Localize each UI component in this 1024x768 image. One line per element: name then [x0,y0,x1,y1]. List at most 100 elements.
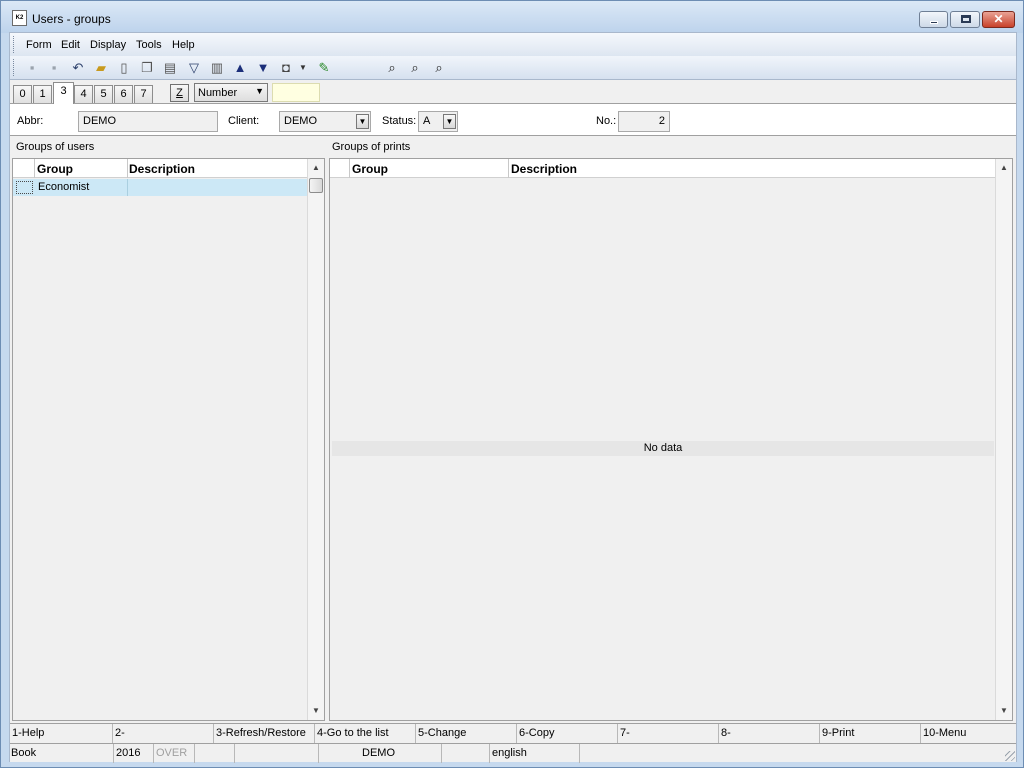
main-window: K2 Users - groups ✕ Form Edit Display To… [0,0,1024,768]
menu-form[interactable]: Form [26,39,52,51]
fkey-4[interactable]: 4-Go to the list [315,724,416,743]
maximize-icon [961,15,971,23]
page-tabs: 0 1 3 4 5 6 7 Z Number ▼ [10,81,1016,104]
status-bar: Book 2016 OVER DEMO english [10,743,1016,763]
status-book: Book [10,744,114,763]
tab-0[interactable]: 0 [13,85,32,103]
arrow-down-icon[interactable]: ▼ [255,60,271,76]
resize-grip-icon[interactable] [1005,751,1015,761]
chevron-down-icon[interactable]: ▼ [443,114,456,129]
toolbar: ▪ ▪ ↶ ▰ ▯ ❐ ▤ ▽ ▥ ▲ ▼ ◘ ▼ ✎ ⌕ ⌕ ⌕ [10,56,1016,80]
app-icon: K2 [12,10,27,26]
scroll-up-icon[interactable]: ▲ [308,160,324,176]
scroll-down-icon[interactable]: ▼ [308,703,324,719]
menu-bar: Form Edit Display Tools Help [10,33,1016,56]
scroll-thumb[interactable] [309,178,323,193]
menu-grip [13,36,15,53]
table-row[interactable]: Economist [13,179,307,196]
tab-1[interactable]: 1 [33,85,52,103]
tab-5[interactable]: 5 [94,85,113,103]
fkey-9[interactable]: 9-Print [820,724,921,743]
tab-7[interactable]: 7 [134,85,153,103]
book-icon[interactable]: ▤ [162,60,178,76]
window-title: Users - groups [32,12,111,26]
menu-display[interactable]: Display [90,39,126,51]
scroll-down-icon[interactable]: ▼ [996,703,1012,719]
row-indicator [16,181,33,194]
status-language: english [490,744,580,763]
close-icon: ✕ [993,12,1004,26]
minimize-button[interactable] [919,11,948,28]
fkey-2[interactable]: 2- [113,724,214,743]
no-data-message: No data [332,441,994,456]
filter-list-icon[interactable]: ▥ [209,60,225,76]
abbr-field[interactable]: DEMO [78,111,218,132]
grid-header: Group Description [13,159,307,178]
status-label: Status: [382,115,417,127]
vertical-scrollbar[interactable]: ▲ ▼ [995,159,1012,720]
groups-of-prints-grid: Group Description No data ▲ ▼ [329,158,1013,721]
chevron-down-icon: ▼ [255,86,264,96]
status-year: 2016 [114,744,154,763]
status-empty-3 [442,744,490,763]
arrow-up-icon[interactable]: ▲ [232,60,248,76]
save-all-icon[interactable]: ▪ [46,60,62,76]
close-button[interactable]: ✕ [982,11,1015,28]
column-group[interactable]: Group [352,162,388,176]
status-mode: OVER [154,744,195,763]
groups-of-users-title: Groups of users [16,141,95,153]
status-empty-4 [580,744,1016,763]
fkey-5[interactable]: 5-Change [416,724,517,743]
menu-edit[interactable]: Edit [61,39,80,51]
number-field: 2 [618,111,670,132]
filter-icon[interactable]: ▽ [186,60,202,76]
client-area: Form Edit Display Tools Help ▪ ▪ ↶ ▰ ▯ ❐… [9,32,1017,763]
sort-select[interactable]: Number ▼ [194,83,268,102]
tab-6[interactable]: 6 [114,85,133,103]
tab-4[interactable]: 4 [74,85,93,103]
client-select[interactable]: DEMO ▼ [279,111,371,132]
grid-header: Group Description [330,159,995,178]
undo-icon[interactable]: ↶ [70,60,86,76]
find-icon[interactable]: ⌕ [384,60,400,76]
export-icon[interactable]: ✎ [316,60,332,76]
copy-icon[interactable]: ❐ [139,60,155,76]
client-select-value: DEMO [284,115,317,127]
fkey-8[interactable]: 8- [719,724,820,743]
find-next-icon[interactable]: ⌕ [407,60,423,76]
function-key-bar: 1-Help 2- 3-Refresh/Restore 4-Go to the … [10,723,1016,743]
column-description[interactable]: Description [511,162,577,176]
number-label: No.: [596,115,617,127]
camera-dropdown-icon[interactable]: ▼ [298,60,308,76]
fkey-10[interactable]: 10-Menu [921,724,1016,743]
fkey-6[interactable]: 6-Copy [517,724,618,743]
sort-select-value: Number [198,87,238,99]
new-document-icon[interactable]: ▯ [116,60,132,76]
open-folder-icon[interactable]: ▰ [93,60,109,76]
toolbar-grip [13,59,15,76]
scroll-up-icon[interactable]: ▲ [996,160,1012,176]
tab-3[interactable]: 3 [53,82,74,104]
fkey-1[interactable]: 1-Help [10,724,113,743]
vertical-scrollbar[interactable]: ▲ ▼ [307,159,324,720]
menu-help[interactable]: Help [172,39,195,51]
maximize-button[interactable] [950,11,980,28]
groups-of-prints-title: Groups of prints [332,141,411,153]
abbr-label: Abbr: [17,115,44,127]
menu-tools[interactable]: Tools [136,39,162,51]
client-label: Client: [228,115,260,127]
groups-of-users-grid: Group Description Economist ▲ ▼ [12,158,325,721]
title-bar[interactable]: K2 Users - groups ✕ [1,1,1023,33]
chevron-down-icon[interactable]: ▼ [356,114,369,129]
column-description[interactable]: Description [129,162,195,176]
column-group[interactable]: Group [37,162,73,176]
sort-z-button[interactable]: Z [170,84,189,102]
save-icon[interactable]: ▪ [24,60,40,76]
header-form: Abbr: DEMO Client: DEMO ▼ Status: A ▼ No… [10,103,1016,136]
fkey-7[interactable]: 7- [618,724,719,743]
camera-icon[interactable]: ◘ [278,60,294,76]
status-select[interactable]: A ▼ [418,111,458,132]
quick-search-input[interactable] [272,83,320,102]
find-replace-icon[interactable]: ⌕ [431,60,447,76]
fkey-3[interactable]: 3-Refresh/Restore [214,724,315,743]
